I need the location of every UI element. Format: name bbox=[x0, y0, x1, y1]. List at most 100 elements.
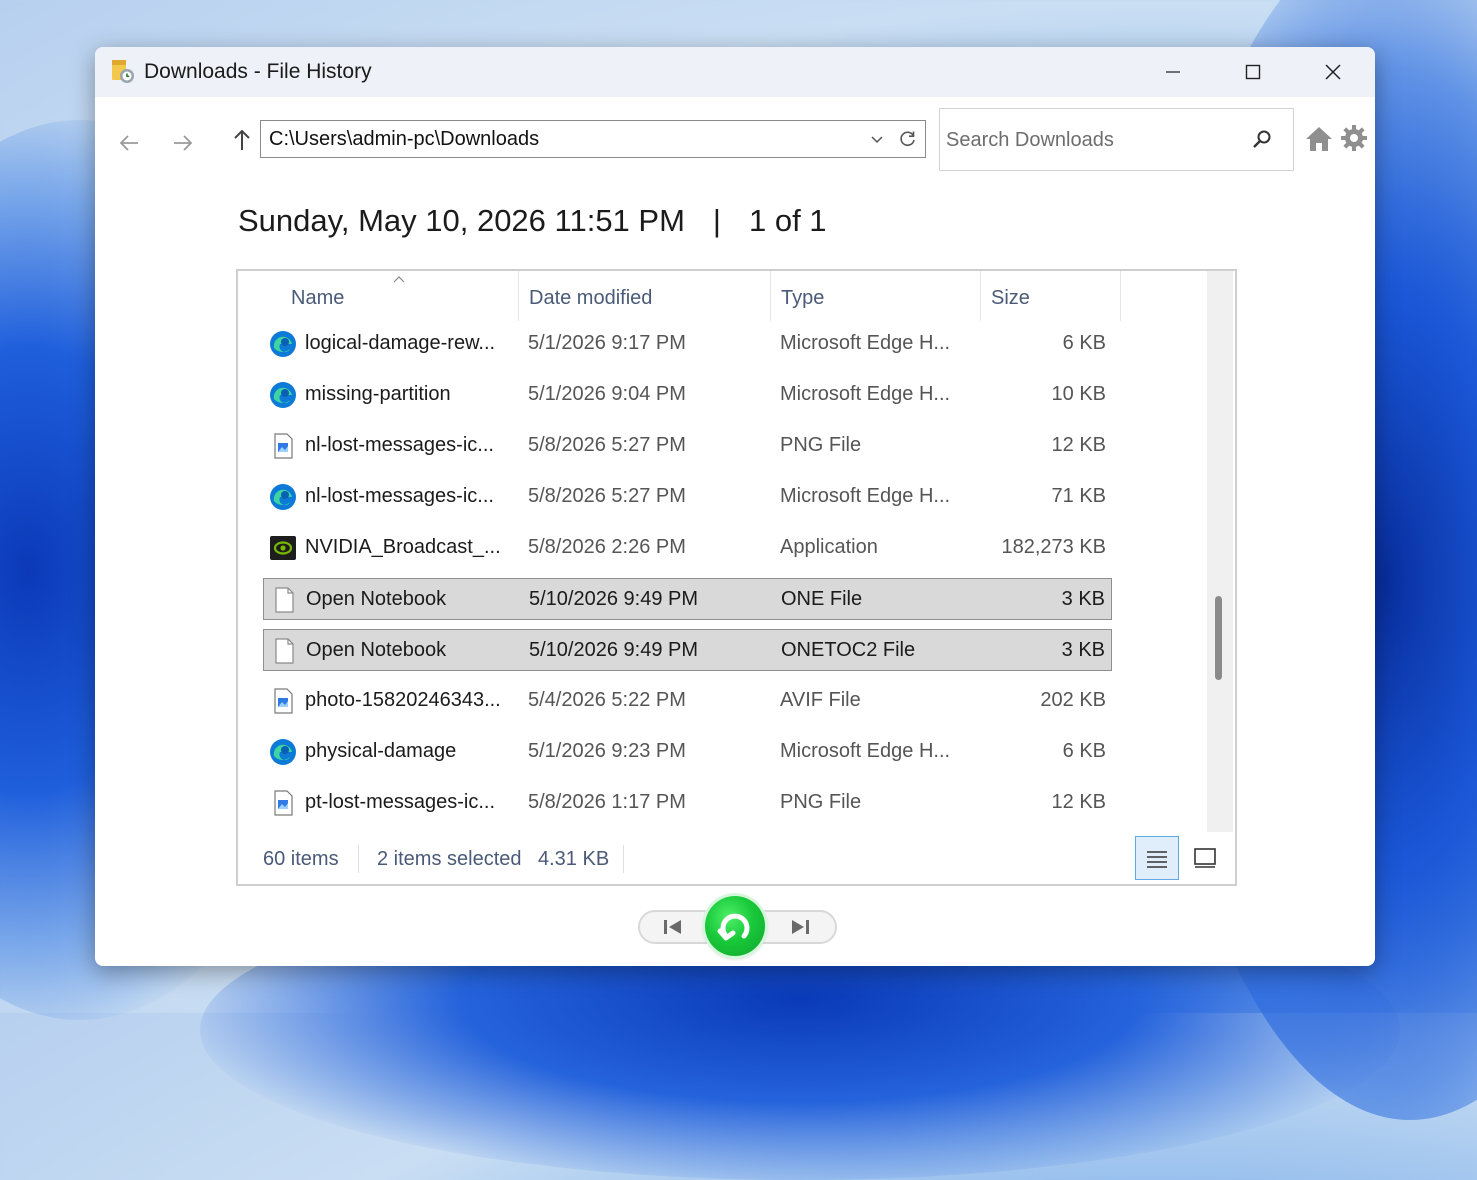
details-view-icon bbox=[1147, 851, 1167, 868]
file-size: 12 KB bbox=[1051, 434, 1106, 456]
window-title: Downloads - File History bbox=[144, 60, 372, 83]
home-icon[interactable] bbox=[1304, 125, 1334, 153]
file-date-modified: 5/1/2026 9:17 PM bbox=[528, 332, 686, 354]
file-type: AVIF File bbox=[780, 689, 861, 711]
file-name: physical-damage bbox=[305, 740, 457, 762]
file-row[interactable]: NVIDIA_Broadcast_... 5/8/2026 2:26 PM Appl… bbox=[263, 527, 1112, 569]
address-bar[interactable]: C:\Users\admin-pc\Downloads bbox=[260, 120, 892, 158]
close-icon bbox=[1325, 64, 1341, 80]
chevron-down-icon bbox=[871, 136, 883, 144]
file-row[interactable]: Open Notebook 5/10/2026 9:49 PM ONETOC2 Fi… bbox=[263, 629, 1112, 671]
minimize-button[interactable] bbox=[1133, 47, 1213, 97]
file-size: 6 KB bbox=[1062, 332, 1106, 354]
file-date-modified: 5/8/2026 5:27 PM bbox=[528, 434, 686, 456]
restore-icon bbox=[717, 913, 750, 941]
file-name: Open Notebook bbox=[306, 588, 447, 610]
status-divider bbox=[358, 845, 359, 873]
skip-previous-icon bbox=[664, 920, 681, 934]
file-size: 3 KB bbox=[1061, 588, 1105, 610]
file-date-modified: 5/1/2026 9:04 PM bbox=[528, 383, 686, 405]
forward-button[interactable] bbox=[167, 127, 199, 159]
file-name: pt-lost-messages-ic... bbox=[305, 791, 496, 813]
status-divider bbox=[623, 845, 624, 873]
file-history-app-icon bbox=[110, 58, 136, 84]
file-type: Microsoft Edge H... bbox=[780, 485, 951, 507]
column-divider[interactable] bbox=[518, 271, 519, 321]
next-version-button[interactable] bbox=[787, 917, 813, 937]
file-name: nl-lost-messages-ic... bbox=[305, 434, 494, 456]
file-date-modified: 5/10/2026 9:49 PM bbox=[529, 588, 699, 610]
file-name: missing-partition bbox=[305, 383, 451, 405]
maximize-button[interactable] bbox=[1213, 47, 1293, 97]
file-row[interactable]: nl-lost-messages-ic... 5/8/2026 5:27 PM PN… bbox=[263, 425, 1112, 467]
address-dropdown-button[interactable] bbox=[867, 129, 887, 149]
nvidia-icon bbox=[269, 534, 297, 562]
blank-file-icon bbox=[270, 586, 298, 614]
column-divider[interactable] bbox=[1120, 271, 1121, 321]
file-row[interactable]: Open Notebook 5/10/2026 9:49 PM ONE File 3 … bbox=[263, 578, 1112, 620]
large-icons-view-button[interactable] bbox=[1183, 836, 1227, 880]
search-input[interactable]: Search Downloads bbox=[946, 129, 1114, 152]
back-button[interactable] bbox=[113, 127, 145, 159]
minimize-icon bbox=[1166, 71, 1180, 73]
selection-count: 2 items selected bbox=[377, 848, 522, 870]
column-header-size[interactable]: Size bbox=[991, 287, 1030, 310]
file-name: NVIDIA_Broadcast_... bbox=[305, 536, 501, 558]
file-type: Microsoft Edge H... bbox=[780, 740, 951, 762]
file-type: PNG File bbox=[780, 791, 862, 813]
sort-ascending-icon bbox=[392, 271, 406, 283]
previous-version-button[interactable] bbox=[660, 917, 686, 937]
header-separator: | bbox=[712, 203, 721, 238]
file-row[interactable]: nl-lost-messages-ic... 5/8/2026 5:27 PM Mi… bbox=[263, 476, 1112, 518]
column-divider[interactable] bbox=[980, 271, 981, 321]
back-arrow-icon bbox=[119, 135, 138, 151]
search-icon[interactable] bbox=[1251, 129, 1273, 151]
file-size: 182,273 KB bbox=[1001, 536, 1106, 558]
file-row[interactable]: photo-15820246343... 5/4/2026 5:22 PM AVIF… bbox=[263, 680, 1112, 722]
file-type: PNG File bbox=[780, 434, 862, 456]
file-row[interactable]: physical-damage 5/1/2026 9:23 PM Microsoft… bbox=[263, 731, 1112, 773]
search-box[interactable]: Search Downloads bbox=[939, 108, 1294, 171]
file-row[interactable]: missing-partition 5/1/2026 9:04 PM Microso… bbox=[263, 374, 1112, 416]
file-name: logical-damage-rew... bbox=[305, 332, 496, 354]
file-history-window: Downloads - File History C:\Users\admin-… bbox=[95, 47, 1375, 966]
skip-next-icon bbox=[792, 920, 809, 934]
file-type: Microsoft Edge H... bbox=[780, 332, 951, 354]
refresh-button[interactable] bbox=[891, 120, 926, 158]
image-file-icon bbox=[269, 432, 297, 460]
maximize-icon bbox=[1245, 64, 1261, 80]
gear-icon[interactable] bbox=[1340, 124, 1368, 152]
file-type: Application bbox=[780, 536, 878, 558]
blank-file-icon bbox=[270, 637, 298, 665]
edge-icon bbox=[269, 483, 297, 511]
forward-arrow-icon bbox=[174, 135, 193, 151]
refresh-icon bbox=[900, 131, 915, 147]
file-size: 3 KB bbox=[1061, 639, 1105, 661]
column-header-date[interactable]: Date modified bbox=[529, 287, 652, 310]
file-list-panel: Name Date modified Type Size logical-dam… bbox=[236, 269, 1237, 886]
file-type: ONE File bbox=[781, 588, 863, 610]
backup-position: 1 of 1 bbox=[748, 203, 827, 238]
backup-datetime-header: Sunday, May 10, 2026 11:51 PM | 1 of 1 bbox=[238, 203, 827, 239]
column-header-type[interactable]: Type bbox=[781, 287, 824, 310]
restore-button[interactable] bbox=[705, 896, 765, 956]
backup-datetime: Sunday, May 10, 2026 11:51 PM bbox=[238, 203, 685, 238]
close-button[interactable] bbox=[1293, 47, 1373, 97]
file-row[interactable]: pt-lost-messages-ic... 5/8/2026 1:17 PM PN… bbox=[263, 782, 1112, 824]
file-date-modified: 5/8/2026 2:26 PM bbox=[528, 536, 686, 558]
up-button[interactable] bbox=[226, 124, 258, 156]
file-size: 6 KB bbox=[1062, 740, 1106, 762]
scrollbar-thumb[interactable] bbox=[1215, 596, 1222, 680]
file-date-modified: 5/1/2026 9:23 PM bbox=[528, 740, 686, 762]
address-path: C:\Users\admin-pc\Downloads bbox=[269, 128, 540, 150]
column-header-name[interactable]: Name bbox=[291, 287, 344, 310]
vertical-scrollbar[interactable] bbox=[1207, 271, 1233, 832]
file-row[interactable]: logical-damage-rew... 5/1/2026 9:17 PM Mic… bbox=[263, 323, 1112, 365]
column-divider[interactable] bbox=[770, 271, 771, 321]
edge-icon bbox=[269, 738, 297, 766]
file-size: 71 KB bbox=[1051, 485, 1106, 507]
file-name: Open Notebook bbox=[306, 639, 447, 661]
file-size: 10 KB bbox=[1051, 383, 1106, 405]
large-icons-view-icon bbox=[1194, 848, 1216, 868]
details-view-button[interactable] bbox=[1135, 836, 1179, 880]
